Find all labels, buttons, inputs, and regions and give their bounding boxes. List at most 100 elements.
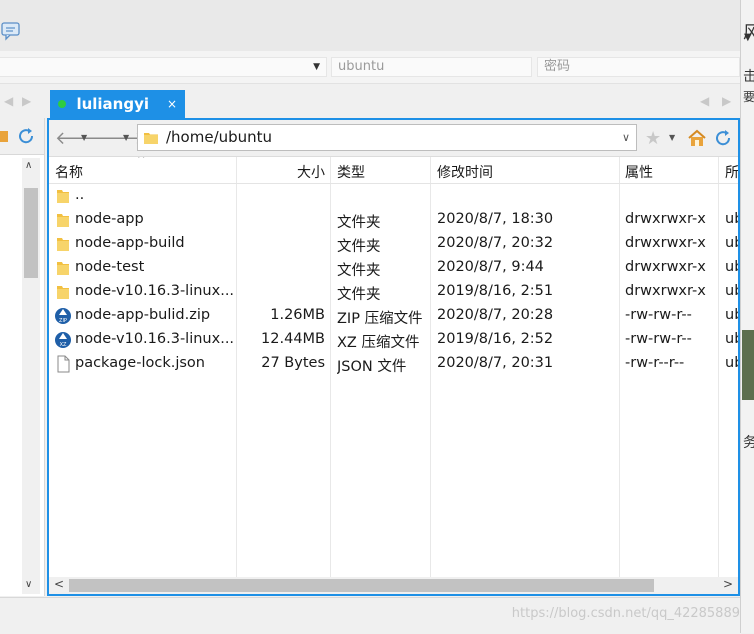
file-owner: ub	[725, 283, 738, 299]
close-icon[interactable]: ×	[167, 90, 177, 118]
file-size: 27 Bytes	[261, 355, 325, 371]
file-name: node-app-build	[75, 235, 185, 251]
svg-text:ZIP: ZIP	[59, 318, 67, 324]
file-modified: 2019/8/16, 2:52	[437, 331, 554, 347]
file-type: JSON 文件	[337, 359, 407, 375]
chevron-down-icon[interactable]: ∨	[622, 131, 630, 144]
file-owner: ub	[725, 235, 738, 251]
file-type: XZ 压缩文件	[337, 335, 420, 351]
tab-scroll-right-icon[interactable]: ▶	[22, 94, 31, 108]
file-row[interactable]: ZIP node-app-bulid.zip 1.26MB ZIP 压缩文件 2020/…	[49, 304, 738, 328]
chevron-up-icon[interactable]: ∧	[25, 160, 32, 171]
file-type: ZIP 压缩文件	[337, 311, 423, 327]
file-name: node-v10.16.3-linux...	[75, 283, 235, 299]
side-glyph: 要	[743, 90, 754, 104]
path-text: /home/ubuntu	[166, 128, 273, 146]
file-attributes: drwxrwxr-x	[625, 235, 706, 251]
file-name: package-lock.json	[75, 355, 205, 371]
side-glyph: 击	[743, 66, 754, 86]
file-name: node-app	[75, 211, 144, 227]
file-modified: 2020/8/7, 18:30	[437, 211, 554, 227]
home-icon[interactable]	[0, 127, 10, 143]
scrollbar-thumb[interactable]	[24, 188, 38, 278]
file-type: 文件夹	[337, 263, 381, 279]
tab-title: luliangyi	[76, 95, 150, 113]
refresh-icon[interactable]	[713, 128, 733, 148]
folder-icon	[57, 190, 69, 203]
file-modified: 2019/8/16, 2:51	[437, 283, 554, 299]
chevron-right-icon[interactable]: >	[723, 577, 733, 591]
column-name[interactable]: 名称	[55, 162, 83, 182]
side-glyph: 务	[743, 432, 754, 452]
path-input[interactable]: /home/ubuntu ∨	[137, 124, 637, 151]
chevron-down-icon[interactable]: ▼	[123, 133, 129, 142]
column-owner[interactable]: 所有	[725, 162, 738, 182]
horizontal-scrollbar[interactable]: < >	[49, 577, 738, 594]
file-row[interactable]: package-lock.json 27 Bytes JSON 文件 2020/8/7…	[49, 352, 738, 376]
folder-icon	[57, 262, 69, 275]
chevron-down-icon[interactable]: ▼	[81, 133, 87, 142]
file-row[interactable]: ..	[49, 184, 738, 208]
top-strip	[0, 0, 740, 51]
file-owner: ub	[725, 331, 738, 347]
file-owner: ub	[725, 211, 738, 227]
home-icon[interactable]	[687, 128, 707, 148]
adjacent-window-edge: 风 ▼ 击 要 务	[740, 0, 754, 633]
file-attributes: drwxrwxr-x	[625, 211, 706, 227]
document-icon	[57, 355, 70, 373]
file-modified: 2020/8/7, 20:28	[437, 307, 554, 323]
svg-text:XZ: XZ	[60, 342, 67, 348]
star-icon[interactable]: ★	[645, 128, 661, 149]
file-attributes: -rw-rw-r--	[625, 331, 692, 347]
file-name: node-test	[75, 259, 145, 275]
file-attributes: -rw-r--r--	[625, 355, 685, 371]
chevron-down-icon[interactable]: ∨	[25, 579, 32, 590]
column-attributes[interactable]: 属性	[625, 162, 653, 182]
scrollbar-thumb[interactable]	[69, 579, 654, 592]
folder-icon	[57, 238, 69, 251]
folder-icon	[144, 133, 158, 144]
chevron-down-icon[interactable]: ▼	[313, 58, 320, 76]
file-row[interactable]: node-test 文件夹 2020/8/7, 9:44 drwxrwxr-x ub	[49, 256, 738, 280]
refresh-icon[interactable]	[16, 126, 36, 146]
column-type[interactable]: 类型	[337, 162, 365, 182]
file-row[interactable]: node-app-build 文件夹 2020/8/7, 20:32 drwxrwxr…	[49, 232, 738, 256]
file-owner: ub	[725, 307, 738, 323]
tab-scroll-left-icon[interactable]: ◀	[4, 94, 13, 108]
password-field[interactable]: 密码	[537, 57, 740, 77]
chevron-down-icon[interactable]: ▼	[669, 133, 675, 142]
local-file-pane: ∧ ∨	[0, 118, 45, 596]
file-list-header: ^ 名称 大小 类型 修改时间 属性 所有	[49, 157, 738, 184]
tab-scroll-right-icon[interactable]: ▶	[722, 94, 731, 108]
thumbnail-image	[742, 330, 754, 400]
remote-file-pane: 🡐 ▼ 🡒 ▼ /home/ubuntu ∨ ★ ▼ ^ 名称 大小 类型 修改…	[47, 118, 740, 596]
file-owner: ub	[725, 259, 738, 275]
session-tab-row: ◀ ▶ luliangyi × ◀ ▶	[0, 84, 740, 118]
file-row[interactable]: XZ node-v10.16.3-linux... 12.44MB XZ 压缩文件 20…	[49, 328, 738, 352]
file-list: ^ 名称 大小 类型 修改时间 属性 所有 .. node-app 文件夹 2020/…	[49, 157, 738, 577]
column-size[interactable]: 大小	[237, 162, 325, 182]
file-modified: 2020/8/7, 20:32	[437, 235, 554, 251]
file-size: 12.44MB	[261, 331, 325, 347]
tab-scroll-left-icon[interactable]: ◀	[700, 94, 709, 108]
chat-icon[interactable]	[0, 20, 22, 42]
file-attributes: drwxrwxr-x	[625, 283, 706, 299]
connected-status-icon	[58, 100, 66, 108]
username-field[interactable]: ubuntu	[331, 57, 532, 77]
watermark: https://blog.csdn.net/qq_42285889	[511, 606, 740, 621]
host-combo[interactable]: ▼	[0, 57, 327, 77]
chevron-down-icon[interactable]: ▼	[744, 32, 752, 43]
file-modified: 2020/8/7, 20:31	[437, 355, 554, 371]
file-row[interactable]: node-v10.16.3-linux... 文件夹 2019/8/16, 2:51…	[49, 280, 738, 304]
file-name: node-app-bulid.zip	[75, 307, 211, 323]
connection-bar: ▼ ubuntu 密码	[0, 51, 740, 84]
vertical-scrollbar[interactable]: ∧ ∨	[22, 158, 40, 594]
column-modified[interactable]: 修改时间	[437, 162, 493, 182]
file-modified: 2020/8/7, 9:44	[437, 259, 544, 275]
file-name: ..	[75, 187, 85, 203]
file-size: 1.26MB	[270, 307, 325, 323]
local-toolbar	[0, 118, 44, 155]
file-row[interactable]: node-app 文件夹 2020/8/7, 18:30 drwxrwxr-x ub	[49, 208, 738, 232]
chevron-left-icon[interactable]: <	[54, 577, 64, 591]
tab-session[interactable]: luliangyi ×	[50, 90, 185, 118]
